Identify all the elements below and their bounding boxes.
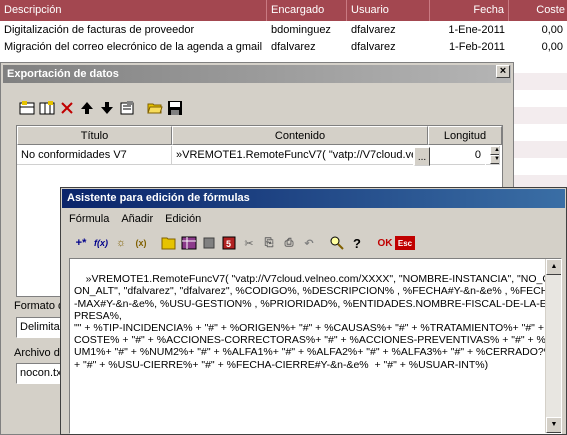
object-icon[interactable] — [199, 232, 219, 254]
toolbar-separator — [151, 232, 159, 254]
ellipsis-button[interactable]: ... — [414, 147, 430, 166]
archive-input[interactable]: nocon.tx — [16, 363, 61, 384]
list-stripe — [514, 107, 567, 124]
move-up-icon[interactable] — [77, 97, 97, 119]
column-header-descripcion[interactable]: Descripción — [0, 0, 267, 21]
script-icon[interactable]: 5 — [219, 232, 239, 254]
paste-icon[interactable]: ⎙ — [279, 232, 299, 254]
column-header-titulo[interactable]: Título — [17, 126, 172, 145]
fields-grid-header: Título Contenido Longitud — [17, 126, 502, 145]
system-variables-icon[interactable]: ☼ — [111, 232, 131, 254]
column-header-usuario[interactable]: Usuario — [347, 0, 430, 21]
cut-icon[interactable]: ✂ — [239, 232, 259, 254]
column-header-fecha[interactable]: Fecha — [430, 0, 509, 21]
formula-dialog: Asistente para edición de fórmulas Fórmu… — [60, 187, 567, 435]
row-fecha: 1-Ene-2011 — [448, 24, 505, 36]
editor-scrollbar[interactable]: ▲ ▼ — [545, 259, 561, 433]
table-icon[interactable] — [179, 232, 199, 254]
formula-editor[interactable]: »VREMOTE1.RemoteFuncV7( "vatp://V7cloud.… — [69, 258, 562, 434]
formula-dialog-title: Asistente para edición de fórmulas — [62, 189, 565, 208]
scroll-up-icon[interactable]: ▲ — [546, 259, 561, 275]
delete-icon[interactable] — [57, 97, 77, 119]
row-descripcion: Digitalización de facturas de proveedor — [4, 24, 195, 36]
cell-contenido[interactable]: »VREMOTE1.RemoteFuncV7( "vatp://V7cloud.… — [172, 146, 413, 165]
row-usuario: dfalvarez — [351, 41, 396, 53]
row-fecha: 1-Feb-2011 — [448, 41, 505, 53]
menu-bar: Fórmula Añadir Edición — [63, 209, 207, 229]
export-toolbar — [17, 97, 185, 121]
open-folder-icon[interactable] — [145, 97, 165, 119]
ok-button[interactable]: OK — [375, 232, 395, 254]
insert-row-icon[interactable] — [17, 97, 37, 119]
insert-column-icon[interactable] — [37, 97, 57, 119]
row-coste: 0,00 — [541, 24, 563, 36]
escape-button[interactable]: Esc — [395, 236, 415, 250]
move-down-icon[interactable] — [97, 97, 117, 119]
svg-text:5: 5 — [226, 239, 231, 249]
scroll-down-icon[interactable]: ▼ — [546, 417, 561, 433]
copy-icon[interactable]: ⎘ — [259, 232, 279, 254]
functions-icon[interactable]: f(x) — [91, 232, 111, 254]
column-header-encargado[interactable]: Encargado — [267, 0, 347, 21]
menu-edicion[interactable]: Edición — [159, 209, 207, 229]
spin-up-icon[interactable]: ▲ — [490, 146, 499, 155]
list-item[interactable]: Digitalización de facturas de proveedor … — [0, 22, 567, 39]
open-folder-icon[interactable] — [159, 232, 179, 254]
longitud-spinner[interactable]: ▲ ▼ — [486, 146, 500, 165]
column-header-contenido[interactable]: Contenido — [172, 126, 428, 145]
menu-anadir[interactable]: Añadir — [115, 209, 159, 229]
menu-formula[interactable]: Fórmula — [63, 209, 115, 229]
archive-label: Archivo d — [14, 347, 60, 359]
list-item[interactable]: Migración del correo elecrónico de la ag… — [0, 39, 567, 56]
list-header: Descripción Encargado Usuario Fecha Cost… — [0, 0, 567, 21]
toolbar-separator — [319, 232, 327, 254]
row-encargado: dfalvarez — [271, 41, 316, 53]
close-icon[interactable]: × — [496, 65, 510, 78]
list-stripe — [514, 73, 567, 90]
format-select[interactable]: Delimitad — [16, 317, 61, 338]
row-encargado: bdominguez — [271, 24, 331, 36]
properties-icon[interactable] — [117, 97, 137, 119]
help-icon[interactable]: ? — [347, 232, 367, 254]
list-stripe — [514, 141, 567, 158]
search-icon[interactable] — [327, 232, 347, 254]
column-header-longitud[interactable]: Longitud — [428, 126, 502, 145]
formula-text[interactable]: »VREMOTE1.RemoteFuncV7( "vatp://V7cloud.… — [74, 273, 556, 370]
undo-icon[interactable]: ↶ — [299, 232, 319, 254]
row-coste: 0,00 — [541, 41, 563, 53]
spin-down-icon[interactable]: ▼ — [490, 155, 499, 164]
row-descripcion: Migración del correo elecrónico de la ag… — [4, 41, 263, 53]
row-usuario: dfalvarez — [351, 24, 396, 36]
format-label: Formato d — [14, 300, 65, 312]
list-stripe — [514, 175, 567, 187]
variables-icon[interactable]: (x) — [131, 232, 151, 254]
cell-titulo[interactable]: No conformidades V7 — [17, 146, 172, 165]
toolbar-separator — [137, 97, 145, 119]
formula-toolbar: +* f(x) ☼ (x) 5 ✂ ⎘ ⎙ ↶ ? OK Esc — [71, 232, 415, 256]
cell-longitud[interactable]: 0 — [430, 146, 485, 165]
save-icon[interactable] — [165, 97, 185, 119]
column-header-coste[interactable]: Coste — [509, 0, 567, 21]
toolbar-separator — [367, 232, 375, 254]
export-dialog-title: Exportación de datos — [3, 65, 511, 83]
operators-icon[interactable]: +* — [71, 232, 91, 254]
